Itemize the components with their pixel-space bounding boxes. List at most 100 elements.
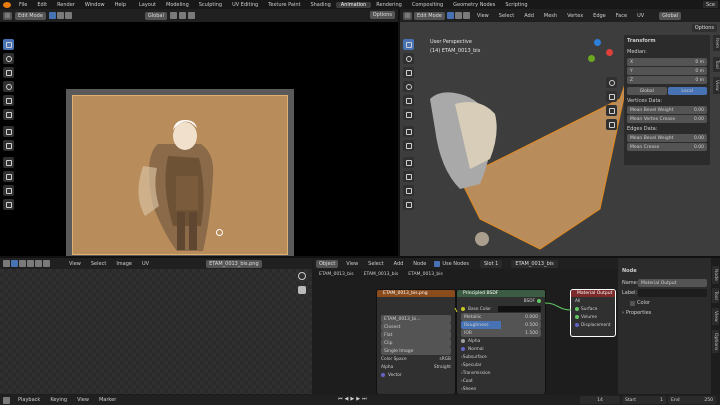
camera-view-button[interactable] (606, 105, 617, 116)
color-space-row[interactable]: Color Space sRGB (377, 355, 455, 363)
navigation-gizmo[interactable] (580, 39, 614, 73)
sidebar-tab-item[interactable]: Item (713, 35, 720, 52)
sidebar-tab-tool[interactable]: Tool (713, 57, 720, 72)
transform-tool-button[interactable] (3, 109, 14, 120)
transform-orientation[interactable]: Global (144, 11, 167, 20)
pan-view-button[interactable] (606, 91, 617, 102)
select-mode-icons[interactable] (48, 12, 72, 19)
edge-select-icon[interactable] (56, 12, 64, 19)
node-tab-view[interactable]: View (712, 308, 719, 325)
image-pan-button[interactable] (298, 286, 306, 294)
bsdf-node-header[interactable]: Principled BSDF (457, 290, 545, 297)
normal-row[interactable]: Normal (457, 345, 545, 353)
tab-shading[interactable]: Shading (305, 2, 335, 8)
menu-window[interactable]: Window (80, 2, 110, 8)
bsdf-output-socket-icon[interactable] (537, 299, 541, 303)
move-tool-button[interactable] (3, 67, 14, 78)
inset-tool-button[interactable] (3, 185, 14, 196)
slot-selector[interactable]: Slot 1 (479, 259, 503, 268)
material-output-node[interactable]: Material Output All Surface Volume Displ… (571, 290, 615, 336)
tab-animation[interactable]: Animation (335, 1, 372, 8)
projection-dropdown[interactable]: Flat (377, 331, 455, 339)
editor-type-button[interactable] (3, 11, 12, 20)
sheen-panel[interactable]: › Sheen (457, 385, 545, 393)
uv-image-editor[interactable]: View Select Image UV ETAM_0013_bis.png (0, 258, 312, 394)
vector-input-row[interactable]: Vector (377, 371, 455, 379)
node-properties-panel[interactable]: › Properties (622, 310, 707, 316)
mean-bevel-weight-vertex-field[interactable]: Mean Bevel Weight 0.00 (627, 106, 707, 114)
material-selector[interactable]: ETAM_0013_bis (511, 259, 558, 268)
gizmo-y-axis-icon[interactable] (588, 55, 595, 62)
principled-bsdf-node[interactable]: Principled BSDF BSDF Base Color Metallic… (457, 290, 545, 394)
image-editor-mode-icons[interactable] (3, 260, 50, 267)
image-zoom-button[interactable] (298, 272, 306, 280)
rotate-tool-button[interactable] (3, 81, 14, 92)
node-menu-select[interactable]: Select (363, 261, 388, 267)
alpha-row[interactable]: Alpha (457, 337, 545, 345)
shader-type-selector[interactable]: Object (316, 259, 339, 268)
breadcrumb-object[interactable]: ETAM_0013_bis (319, 272, 354, 277)
scene-selector[interactable]: Sce (703, 1, 718, 8)
alpha-mode-row[interactable]: Alpha Straight (377, 363, 455, 371)
image-texture-node[interactable]: ETAM_0013_bis.png ETAM_0013_bi... Closes… (377, 290, 455, 394)
node-menu-node[interactable]: Node (408, 261, 431, 267)
source-dropdown[interactable]: Single Image (377, 347, 455, 355)
timeline-menu-playback[interactable]: Playback (13, 397, 45, 403)
subsurface-panel[interactable]: › Subsurface (457, 353, 545, 361)
surface-socket-icon[interactable] (575, 307, 579, 311)
zoom-view-button[interactable] (606, 77, 617, 88)
tab-layout[interactable]: Layout (134, 2, 161, 8)
alpha-socket-icon[interactable] (461, 339, 465, 343)
image-node-image-field[interactable]: ETAM_0013_bi... (377, 315, 455, 323)
select-tool-button[interactable] (3, 39, 14, 50)
breadcrumb-material[interactable]: ETAM_0013_bis (408, 272, 443, 277)
viewport-3d[interactable]: Edit Mode View Select Add Mesh Vertex Ed… (400, 9, 720, 256)
coat-panel[interactable]: › Coat (457, 377, 545, 385)
bsdf-output-row[interactable]: BSDF (457, 297, 545, 305)
output-node-header[interactable]: Material Output (571, 290, 615, 297)
ortho-toggle-button[interactable] (606, 119, 617, 130)
extrude-tool-button[interactable] (3, 171, 14, 182)
timeline-menu-keying[interactable]: Keying (45, 397, 72, 403)
median-y-field[interactable]: Y 0 m (627, 67, 707, 75)
measure-tool-button[interactable] (3, 140, 14, 151)
node-tab-tool[interactable]: Tool (712, 288, 719, 303)
specular-panel[interactable]: › Specular (457, 361, 545, 369)
global-button[interactable]: Global (627, 87, 667, 95)
node-menu-add[interactable]: Add (389, 261, 409, 267)
menu-edit[interactable]: Edit (32, 2, 52, 8)
base-color-row[interactable]: Base Color (457, 305, 545, 313)
prev-key-icon[interactable]: ◀ (345, 396, 349, 402)
annotate-tool-button[interactable] (3, 126, 14, 137)
uv-edge-icon[interactable] (19, 260, 26, 267)
add-cube-tool-button[interactable] (3, 157, 14, 168)
jump-end-icon[interactable]: ⏭ (362, 396, 367, 402)
median-x-field[interactable]: X 0 m (627, 58, 707, 66)
image-menu-select[interactable]: Select (86, 261, 111, 267)
play-icon[interactable]: ▶ (350, 396, 354, 402)
start-frame-field[interactable]: Start 1 (622, 396, 666, 404)
menu-render[interactable]: Render (52, 2, 80, 8)
transmission-panel[interactable]: › Transmission (457, 369, 545, 377)
gizmo-x-axis-icon[interactable] (606, 49, 613, 56)
local-button[interactable]: Local (667, 87, 707, 95)
tab-texture-paint[interactable]: Texture Paint (263, 2, 305, 8)
jump-start-icon[interactable]: ⏮ (338, 396, 343, 402)
pivot-icon[interactable] (169, 12, 177, 19)
snap-icon[interactable] (178, 12, 186, 19)
tab-sculpting[interactable]: Sculpting (194, 2, 227, 8)
tab-uv-editing[interactable]: UV Editing (227, 2, 263, 8)
image-menu-uv[interactable]: UV (137, 261, 154, 267)
cursor-tool-button[interactable] (3, 53, 14, 64)
next-key-icon[interactable]: ▶ (356, 396, 360, 402)
base-color-swatch[interactable] (498, 306, 541, 312)
mean-crease-field[interactable]: Mean Crease 0.00 (627, 143, 707, 151)
timeline-menu-view[interactable]: View (72, 397, 94, 403)
median-z-field[interactable]: Z 0 m (627, 76, 707, 84)
node-color-row[interactable]: Color (622, 300, 707, 306)
image-selector[interactable]: ETAM_0013_bis.png (206, 259, 262, 268)
roughness-row[interactable]: Roughness 0.500 (457, 321, 545, 329)
left-options-button[interactable]: Options (369, 11, 395, 19)
tab-rendering[interactable]: Rendering (371, 2, 407, 8)
shader-node-editor[interactable]: Object View Select Add Node Use Nodes Sl… (313, 258, 618, 394)
